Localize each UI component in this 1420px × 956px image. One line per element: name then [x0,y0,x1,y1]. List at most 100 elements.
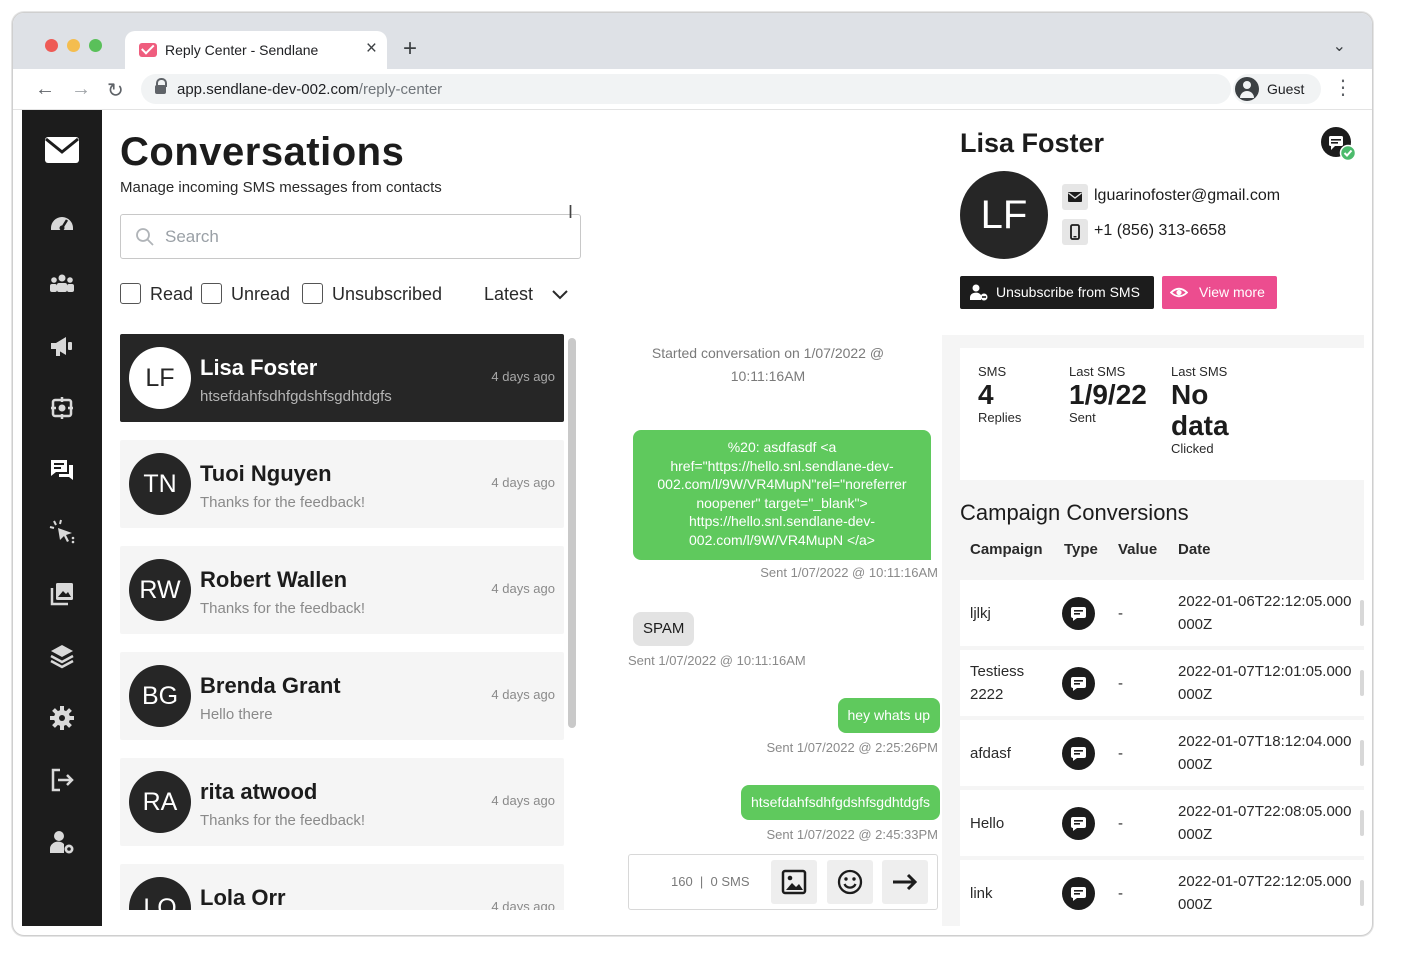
emoji-button[interactable] [827,860,873,904]
view-more-button[interactable]: View more [1162,276,1277,309]
automations-icon[interactable] [48,394,76,422]
read-checkbox[interactable] [120,283,141,304]
search-input[interactable] [165,223,565,251]
outgoing-message: htsefdahfsdhfgdshfsgdhtdgfs [740,785,940,820]
table-row[interactable]: afdasf - 2022-01-07T18:12:04.000000Z [960,720,1364,786]
filter-unsubscribed[interactable]: Unsubscribed [302,282,462,306]
tab-search-chevron-icon[interactable]: ⌄ [1333,36,1346,56]
conversations-panel: Conversations Manage incoming SMS messag… [102,110,598,926]
send-arrow-icon [893,873,918,891]
unread-checkbox[interactable] [201,283,222,304]
conversation-started-note: Started conversation on 1/07/2022 @ 10:1… [651,345,885,384]
page-subtitle: Manage incoming SMS messages from contac… [120,179,442,196]
page-title: Conversations [120,130,405,174]
table-row[interactable]: link - 2022-01-07T22:12:05.000000Z [960,860,1364,926]
outgoing-message: hey whats up [837,698,940,733]
incoming-message: SPAM [633,612,695,646]
media-library-icon[interactable] [48,580,76,608]
contact-header: Lisa Foster LF lguarinofoster@gmail.com … [942,110,1364,335]
search-box[interactable] [120,214,581,259]
conversation-name: Lola Orr [200,885,286,910]
back-arrow-icon[interactable]: ← [35,78,55,101]
conversation-item[interactable]: LF Lisa Foster htsefdahfsdhfgdshfsgdhtdg… [120,334,564,422]
tab-close-icon[interactable]: × [366,38,377,60]
sort-dropdown[interactable]: Latest [484,282,584,306]
account-settings-icon[interactable] [48,828,76,856]
eye-icon [1170,287,1188,298]
unsubscribe-sms-button[interactable]: Unsubscribe from SMS [960,276,1154,309]
sms-subscribed-status-icon[interactable] [1320,126,1356,162]
conversation-time: 4 days ago [491,793,555,808]
unsubscribed-checkbox[interactable] [302,283,323,304]
url-field[interactable]: app.sendlane-dev-002.com/reply-center [141,74,1231,104]
envelope-icon [1068,192,1082,202]
conversation-item[interactable]: RW Robert Wallen Thanks for the feedback… [120,546,564,634]
conversation-time: 4 days ago [491,475,555,490]
tracking-click-icon[interactable] [48,518,76,546]
stat-last-sent: Last SMS 1/9/22 Sent [1069,364,1147,425]
sendlane-logo-icon[interactable] [44,136,80,164]
campaign-conversions-title: Campaign Conversions [960,500,1189,525]
chat-panel: Started conversation on 1/07/2022 @ 10:1… [598,110,942,926]
filter-read[interactable]: Read [120,282,200,306]
browser-menu-icon[interactable]: ⋮ [1333,75,1353,100]
contact-email-text: lguarinofoster@gmail.com [1094,187,1281,204]
profile-button[interactable]: Guest [1233,74,1321,104]
conversation-item[interactable]: TN Tuoi Nguyen Thanks for the feedback! … [120,440,564,528]
close-window-button[interactable] [45,39,58,52]
contact-panel: Lisa Foster LF lguarinofoster@gmail.com … [942,110,1364,926]
conversation-preview: Thanks for the feedback! [200,600,366,617]
column-header-date: Date [1178,541,1211,558]
filter-unread[interactable]: Unread [201,282,301,306]
tab-title: Reply Center - Sendlane [165,42,319,58]
conversation-item[interactable]: RA rita atwood Thanks for the feedback! … [120,758,564,846]
integrations-layers-icon[interactable] [48,642,76,670]
address-bar: ← → ↻ app.sendlane-dev-002.com/reply-cen… [13,69,1372,110]
message-meta: Sent 1/07/2022 @ 10:11:16AM [628,653,806,668]
logout-icon[interactable] [48,766,76,794]
conversation-name: Lisa Foster [200,355,318,380]
image-icon [781,869,807,895]
reload-icon[interactable]: ↻ [107,78,124,103]
chevron-down-icon [552,290,568,300]
table-row[interactable]: Testiess 2222 - 2022-01-07T12:01:05.0000… [960,650,1364,716]
sms-type-icon [1062,807,1095,840]
maximize-window-button[interactable] [89,39,102,52]
avatar: RA [129,771,191,833]
conversation-preview: Thanks for the feedback! [200,812,366,829]
attach-image-button[interactable] [771,860,817,904]
forward-arrow-icon[interactable]: → [71,78,91,101]
contact-phone-text: +1 (856) 313-6658 [1094,222,1227,239]
sms-type-icon [1062,597,1095,630]
campaigns-megaphone-icon[interactable] [48,332,76,360]
settings-gear-icon[interactable] [48,704,76,732]
view-more-label: View more [1199,284,1265,300]
browser-window: Reply Center - Sendlane × + ⌄ ← → ↻ app.… [12,12,1373,936]
table-row[interactable]: ljlkj - 2022-01-06T22:12:05.000000Z [960,580,1364,646]
unsubscribe-sms-label: Unsubscribe from SMS [996,284,1140,300]
message-meta: Sent 1/07/2022 @ 2:45:33PM [766,827,938,842]
conversation-item[interactable]: BG Brenda Grant Hello there 4 days ago [120,652,564,740]
browser-tab[interactable]: Reply Center - Sendlane × [125,31,387,69]
minimize-window-button[interactable] [67,39,80,52]
mobile-phone-icon [1070,224,1080,240]
contact-avatar: LF [960,171,1048,259]
send-button[interactable] [882,860,928,904]
search-icon [136,228,154,246]
conversation-time: 4 days ago [491,581,555,596]
table-row[interactable]: Hello - 2022-01-07T22:08:05.000000Z [960,790,1364,856]
contacts-group-icon[interactable] [48,270,76,298]
character-counter: 160 | 0 SMS [671,874,750,889]
conversation-list-scrollbar[interactable] [568,338,576,728]
reply-center-chat-icon[interactable] [48,456,76,484]
message-composer[interactable]: 160 | 0 SMS [628,854,938,910]
conversation-name: Brenda Grant [200,673,341,698]
sort-label: Latest [484,284,534,304]
sms-stats-card: SMS 4 Replies Last SMS 1/9/22 Sent Last … [960,348,1364,480]
outgoing-message: %20: asdfasdf <a href="https://hello.snl… [633,430,931,560]
new-tab-icon[interactable]: + [403,35,417,63]
conversation-item[interactable]: LO Lola Orr 4 days ago [120,864,564,910]
dashboard-gauge-icon[interactable] [48,208,76,236]
sidebar-rail [22,110,102,926]
table-header: Campaign Type Value Date [960,530,1364,570]
